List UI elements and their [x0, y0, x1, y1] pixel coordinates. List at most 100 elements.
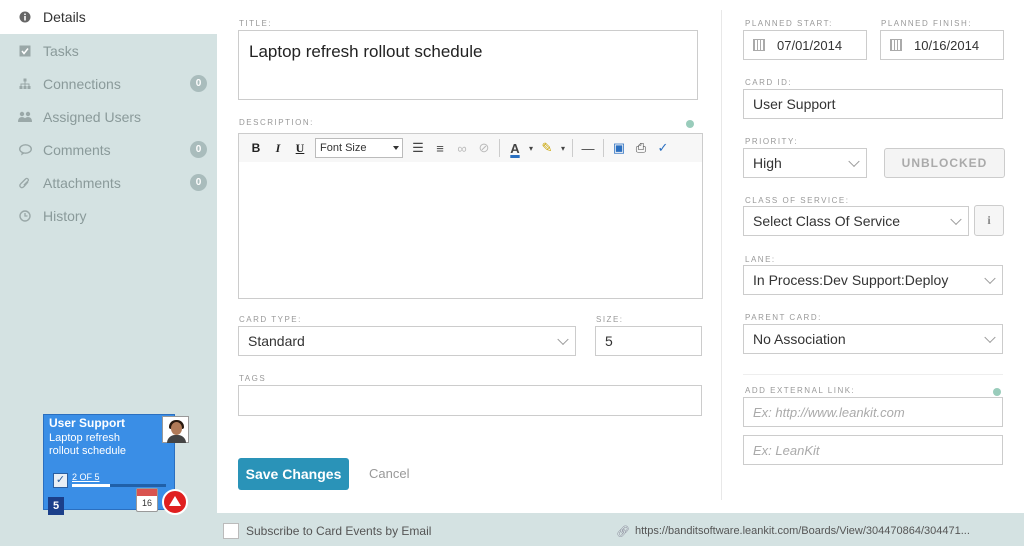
- calendar-icon: [753, 39, 765, 51]
- card-url[interactable]: https://banditsoftware.leankit.com/Board…: [635, 525, 970, 537]
- card-id-label: CARD ID:: [745, 78, 793, 87]
- task-progress-label[interactable]: 2 OF 5: [72, 472, 100, 482]
- highlight-color-icon[interactable]: ✎: [536, 140, 558, 156]
- card-type-value: Standard: [248, 333, 305, 349]
- chevron-down-icon: [557, 333, 569, 346]
- class-of-service-value: Select Class Of Service: [753, 213, 901, 229]
- task-progress-fill: [72, 484, 110, 487]
- parent-card-label: PARENT CARD:: [745, 313, 822, 322]
- priority-label: PRIORITY:: [745, 137, 799, 146]
- description-label: DESCRIPTION:: [239, 118, 314, 127]
- editor-toolbar: B I U Font Size ☰ ≡ ∞ ⊘ A ▾ ✎ ▾ — ▣ ⎙ ✓: [238, 133, 703, 163]
- task-progress-bar: [72, 484, 166, 487]
- card-preview[interactable]: User Support Laptop refresh rollout sche…: [41, 411, 189, 515]
- save-changes-button[interactable]: Save Changes: [238, 458, 349, 490]
- avatar[interactable]: [162, 416, 189, 443]
- italic-button[interactable]: I: [267, 141, 289, 156]
- class-of-service-select[interactable]: Select Class Of Service: [743, 206, 969, 236]
- footer-bar: Subscribe to Card Events by Email 🔗︎ htt…: [217, 513, 1024, 546]
- sidebar-item-tasks[interactable]: Tasks: [0, 34, 217, 67]
- title-input[interactable]: Laptop refresh rollout schedule: [238, 30, 698, 100]
- card-description: Laptop refresh rollout schedule: [49, 432, 127, 457]
- underline-button[interactable]: U: [289, 141, 311, 156]
- planned-finish-input[interactable]: 10/16/2014: [880, 30, 1004, 60]
- calendar-icon[interactable]: 16: [136, 488, 158, 512]
- card-type-label: CARD TYPE:: [239, 315, 302, 324]
- lane-label: LANE:: [745, 255, 776, 264]
- help-icon[interactable]: [993, 388, 1001, 396]
- info-circle-icon: [18, 10, 32, 24]
- chevron-down-icon[interactable]: ▾: [526, 144, 536, 153]
- lane-select[interactable]: In Process:Dev Support:Deploy: [743, 265, 1003, 295]
- chevron-down-icon: [848, 155, 860, 168]
- chevron-down-icon: [393, 146, 399, 150]
- link-icon[interactable]: ∞: [451, 141, 473, 156]
- cancel-button[interactable]: Cancel: [369, 466, 409, 481]
- sidebar-item-comments[interactable]: Comments 0: [0, 133, 217, 166]
- block-toggle-button[interactable]: UNBLOCKED: [884, 148, 1005, 178]
- horizontal-rule-icon[interactable]: —: [577, 141, 599, 156]
- sidebar-item-history[interactable]: History: [0, 199, 217, 232]
- external-link-url-input[interactable]: Ex: http://www.leankit.com: [743, 397, 1003, 427]
- card-id-input[interactable]: User Support: [743, 89, 1003, 119]
- sidebar-item-label: Details: [43, 9, 86, 25]
- unlink-icon[interactable]: ⊘: [473, 140, 495, 156]
- sidebar-item-label: Tasks: [43, 42, 79, 59]
- parent-card-value: No Association: [753, 331, 846, 347]
- parent-card-select[interactable]: No Association: [743, 324, 1003, 354]
- card-type-select[interactable]: Standard: [238, 326, 576, 356]
- image-icon[interactable]: ▣: [608, 140, 630, 156]
- link-icon: 🔗︎: [616, 526, 630, 538]
- class-of-service-label: CLASS OF SERVICE:: [745, 196, 850, 205]
- numbered-list-icon[interactable]: ≡: [429, 141, 451, 156]
- font-size-select[interactable]: Font Size: [315, 138, 403, 158]
- task-checkbox-icon[interactable]: ✓: [53, 473, 68, 488]
- users-icon: [18, 110, 32, 124]
- planned-start-value: 07/01/2014: [777, 37, 843, 53]
- sidebar-item-attachments[interactable]: Attachments 0: [0, 166, 217, 199]
- sidebar-item-assigned-users[interactable]: Assigned Users: [0, 100, 217, 133]
- sidebar-item-details[interactable]: Details: [0, 0, 217, 34]
- bold-button[interactable]: B: [245, 141, 267, 155]
- chevron-down-icon[interactable]: ▾: [558, 144, 568, 153]
- attachments-count-badge: 0: [190, 174, 207, 191]
- spellcheck-icon[interactable]: ✓: [652, 140, 674, 156]
- external-link-name-input[interactable]: Ex: LeanKit: [743, 435, 1003, 465]
- sidebar: Details Tasks Connections 0 Assigned Use…: [0, 0, 217, 546]
- sidebar-item-label: Comments: [43, 141, 111, 158]
- card-lane-title: User Support: [49, 416, 126, 430]
- sidebar-item-label: Assigned Users: [43, 108, 142, 125]
- planned-start-input[interactable]: 07/01/2014: [743, 30, 867, 60]
- tags-label: TAGS: [239, 374, 267, 383]
- planned-finish-value: 10/16/2014: [914, 37, 980, 53]
- title-label: TITLE:: [239, 19, 273, 28]
- priority-select[interactable]: High: [743, 148, 867, 178]
- column-divider: [721, 10, 722, 500]
- size-input[interactable]: 5: [595, 326, 702, 356]
- external-link-label: ADD EXTERNAL LINK:: [745, 386, 856, 395]
- sidebar-item-label: Attachments: [43, 174, 121, 191]
- print-icon[interactable]: ⎙: [630, 140, 652, 156]
- card-details-panel: TITLE: Laptop refresh rollout schedule D…: [217, 0, 1024, 513]
- text-color-icon[interactable]: A: [504, 141, 526, 156]
- sidebar-item-label: History: [43, 207, 87, 224]
- paperclip-icon: [18, 176, 32, 190]
- priority-value: High: [753, 155, 782, 171]
- tags-input[interactable]: [238, 385, 702, 416]
- description-editor[interactable]: [238, 162, 703, 299]
- chevron-down-icon: [984, 272, 996, 285]
- subscribe-checkbox[interactable]: [223, 523, 239, 539]
- help-icon[interactable]: [686, 120, 694, 128]
- speech-bubble-icon: [18, 143, 32, 157]
- font-size-label: Font Size: [320, 142, 367, 154]
- sidebar-item-connections[interactable]: Connections 0: [0, 67, 217, 100]
- hierarchy-icon: [18, 77, 32, 91]
- sidebar-item-label: Connections: [43, 75, 121, 92]
- bullet-list-icon[interactable]: ☰: [407, 140, 429, 156]
- class-of-service-info-button[interactable]: i: [974, 205, 1004, 236]
- subscribe-label[interactable]: Subscribe to Card Events by Email: [246, 524, 431, 538]
- blocked-alert-icon[interactable]: [162, 489, 188, 515]
- chevron-down-icon: [984, 331, 996, 344]
- chevron-down-icon: [950, 213, 962, 226]
- section-divider: [743, 374, 1003, 375]
